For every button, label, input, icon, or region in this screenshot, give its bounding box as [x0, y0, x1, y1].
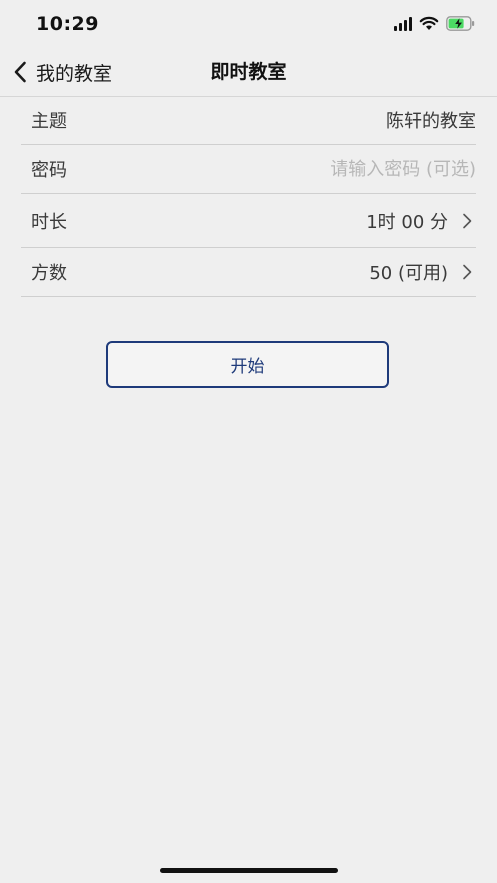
status-bar: 10:29	[0, 0, 497, 48]
password-input[interactable]	[236, 158, 476, 180]
page-title: 即时教室	[210, 61, 287, 83]
signal-icon	[394, 16, 412, 31]
home-indicator[interactable]	[160, 868, 338, 873]
room-settings-form: 主题 陈轩的教室 密码 时长 1时 00 分 方数 50 (可用)	[21, 96, 476, 297]
topic-value[interactable]: 陈轩的教室	[386, 107, 476, 133]
topic-label: 主题	[31, 111, 67, 132]
wifi-icon	[419, 16, 439, 30]
start-button[interactable]: 开始	[106, 341, 389, 388]
chevron-right-icon	[460, 212, 474, 230]
duration-row[interactable]: 时长 1时 00 分	[21, 194, 476, 248]
status-time: 10:29	[36, 13, 99, 35]
participants-row[interactable]: 方数 50 (可用)	[21, 248, 476, 297]
password-label: 密码	[31, 160, 67, 181]
status-icons	[394, 16, 475, 31]
battery-charging-icon	[446, 16, 475, 31]
topic-row[interactable]: 主题 陈轩的教室	[21, 96, 476, 145]
password-row: 密码	[21, 145, 476, 194]
participants-value: 50 (可用)	[369, 263, 448, 284]
duration-value: 1时 00 分	[366, 211, 448, 233]
nav-bar: 我的教室 即时教室	[0, 48, 497, 97]
chevron-right-icon	[460, 263, 474, 281]
participants-label: 方数	[31, 263, 67, 284]
duration-label: 时长	[31, 211, 67, 233]
